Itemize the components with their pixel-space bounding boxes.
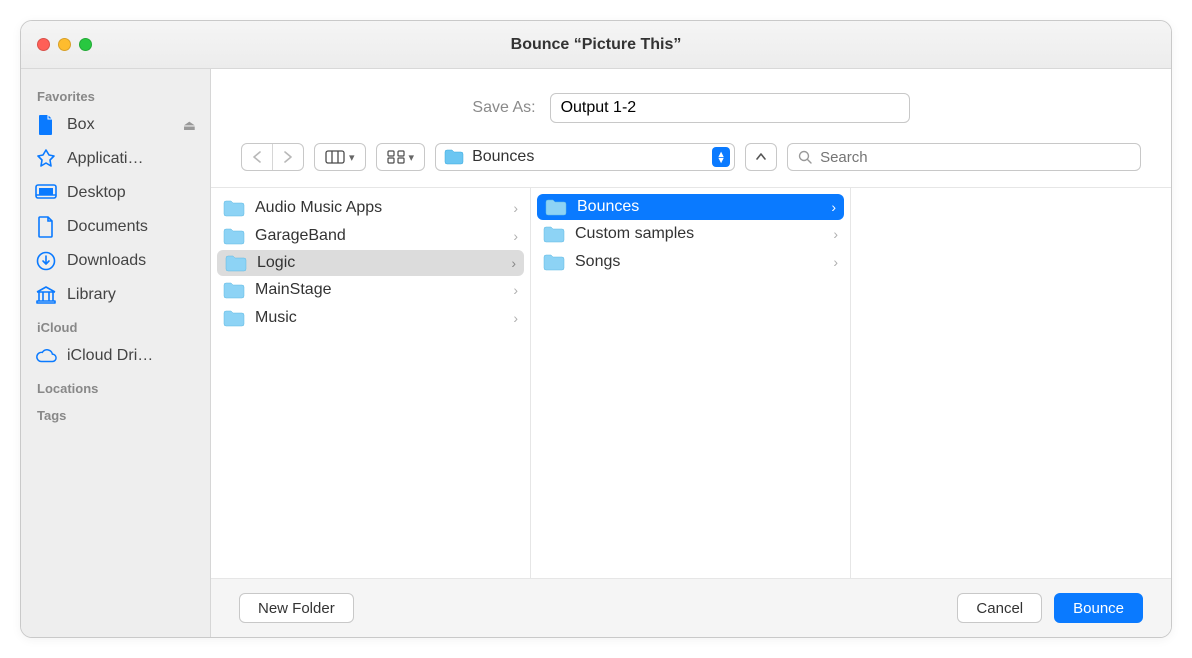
sidebar-item-label: Box: [67, 116, 173, 134]
popup-arrows-icon: ▲▼: [712, 147, 730, 167]
folder-icon: [543, 253, 565, 271]
chevron-right-icon: ›: [833, 254, 838, 270]
nav-history: [241, 143, 304, 171]
zoom-window-button[interactable]: [79, 38, 92, 51]
sidebar-item[interactable]: Documents: [21, 210, 210, 244]
folder-icon: [223, 227, 245, 245]
folder-row[interactable]: Logic ›: [217, 250, 524, 276]
folder-row[interactable]: Audio Music Apps ›: [211, 194, 530, 222]
columns-view-icon: ▾: [315, 144, 365, 170]
folder-label: Bounces: [577, 198, 639, 216]
folder-row[interactable]: Bounces ›: [537, 194, 844, 220]
browser-column: Bounces › Custom samples › Songs ›: [531, 188, 851, 578]
folder-label: MainStage: [255, 281, 332, 299]
sidebar-item[interactable]: Box ⏏: [21, 108, 210, 142]
column-browser: Audio Music Apps›GarageBand›Logic›MainSt…: [211, 188, 1171, 578]
folder-row[interactable]: GarageBand ›: [211, 222, 530, 250]
folder-label: Logic: [257, 254, 295, 272]
main-panel: Save As: ▾: [211, 69, 1171, 637]
view-options-control[interactable]: ▾: [376, 143, 426, 171]
dialog-body: Favorites Box ⏏ Applicati… Desktop Documents D…: [21, 69, 1171, 637]
search-input[interactable]: [820, 149, 1130, 166]
folder-row[interactable]: Songs ›: [531, 248, 850, 276]
sidebar-item[interactable]: Desktop: [21, 176, 210, 210]
sidebar-item-label: Documents: [67, 218, 196, 236]
chevron-right-icon: ›: [513, 282, 518, 298]
app-icon: [35, 148, 57, 170]
document-icon: [35, 114, 57, 136]
chevron-right-icon: ›: [831, 199, 836, 215]
path-label: Bounces: [472, 148, 534, 166]
folder-row[interactable]: MainStage ›: [211, 276, 530, 304]
sidebar-item[interactable]: Library: [21, 278, 210, 312]
back-button[interactable]: [242, 144, 272, 170]
save-as-label: Save As:: [472, 99, 535, 117]
new-folder-button[interactable]: New Folder: [239, 593, 354, 623]
sidebar-section-header: iCloud: [21, 312, 210, 339]
browser-column-empty: [851, 188, 1171, 578]
close-window-button[interactable]: [37, 38, 50, 51]
search-icon: [798, 150, 812, 164]
documents-icon: [35, 216, 57, 238]
chevron-right-icon: ›: [513, 228, 518, 244]
chevron-down-icon: ▾: [345, 151, 355, 164]
sidebar-item-label: Downloads: [67, 252, 196, 270]
cancel-button[interactable]: Cancel: [957, 593, 1042, 623]
titlebar: Bounce “Picture This”: [21, 21, 1171, 69]
folder-label: Custom samples: [575, 225, 694, 243]
toolbar: ▾ ▾ Bounces ▲▼: [211, 137, 1171, 188]
chevron-right-icon: ›: [511, 255, 516, 271]
save-as-row: Save As:: [211, 69, 1171, 137]
sidebar-item-label: Desktop: [67, 184, 196, 202]
chevron-right-icon: ›: [513, 310, 518, 326]
path-popup[interactable]: Bounces ▲▼: [435, 143, 735, 171]
collapse-button[interactable]: [745, 143, 777, 171]
folder-icon: [444, 149, 464, 165]
folder-row[interactable]: Music ›: [211, 304, 530, 332]
sidebar: Favorites Box ⏏ Applicati… Desktop Documents D…: [21, 69, 211, 637]
folder-label: Music: [255, 309, 297, 327]
sidebar-item[interactable]: iCloud Dri…: [21, 339, 210, 373]
folder-icon: [223, 281, 245, 299]
chevron-right-icon: ›: [833, 226, 838, 242]
chevron-down-icon: ▾: [405, 151, 415, 164]
window-controls: [21, 38, 92, 51]
footer: New Folder Cancel Bounce: [211, 578, 1171, 637]
save-as-input[interactable]: [550, 93, 910, 123]
sidebar-section-header: Tags: [21, 400, 210, 427]
sidebar-item-label: iCloud Dri…: [67, 347, 196, 365]
downloads-icon: [35, 250, 57, 272]
folder-icon: [225, 254, 247, 272]
sidebar-item-label: Applicati…: [67, 150, 196, 168]
folder-icon: [223, 309, 245, 327]
grid-view-icon: ▾: [377, 144, 425, 170]
sidebar-item-label: Library: [67, 286, 196, 304]
desktop-icon: [35, 182, 57, 204]
folder-icon: [223, 199, 245, 217]
view-columns-control[interactable]: ▾: [314, 143, 366, 171]
library-icon: [35, 284, 57, 306]
browser-column: Audio Music Apps›GarageBand›Logic›MainSt…: [211, 188, 531, 578]
forward-button[interactable]: [272, 144, 303, 170]
folder-label: Songs: [575, 253, 620, 271]
search-field[interactable]: [787, 143, 1141, 171]
sidebar-section-header: Favorites: [21, 81, 210, 108]
chevron-right-icon: ›: [513, 200, 518, 216]
bounce-button[interactable]: Bounce: [1054, 593, 1143, 623]
sidebar-item[interactable]: Downloads: [21, 244, 210, 278]
minimize-window-button[interactable]: [58, 38, 71, 51]
sidebar-section-header: Locations: [21, 373, 210, 400]
cloud-icon: [35, 345, 57, 367]
folder-row[interactable]: Custom samples ›: [531, 220, 850, 248]
folder-label: GarageBand: [255, 227, 346, 245]
window-title: Bounce “Picture This”: [21, 36, 1171, 54]
eject-icon[interactable]: ⏏: [183, 117, 196, 134]
folder-icon: [543, 225, 565, 243]
folder-label: Audio Music Apps: [255, 199, 382, 217]
folder-icon: [545, 198, 567, 216]
save-dialog-window: Bounce “Picture This” Favorites Box ⏏ Appli…: [20, 20, 1172, 638]
sidebar-item[interactable]: Applicati…: [21, 142, 210, 176]
